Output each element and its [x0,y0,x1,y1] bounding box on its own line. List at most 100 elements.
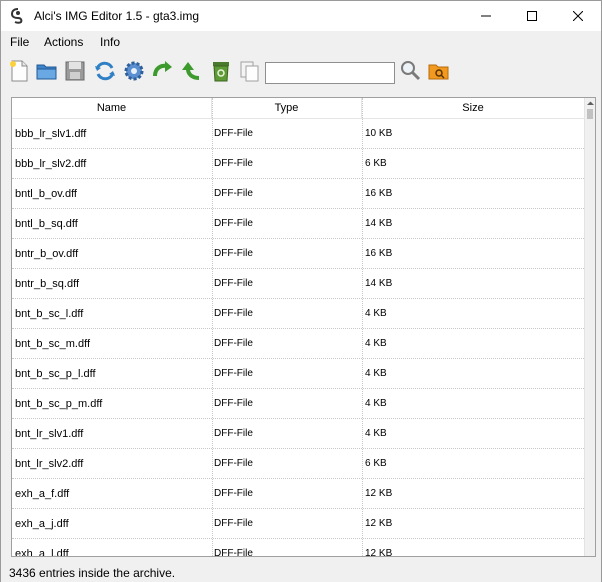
file-table: Name Type Size bbb_lr_slv1.dff DFF-File 10… [11,97,596,557]
table-row[interactable]: bnt_b_sc_p_m.dff DFF-File 4 KB [12,389,584,419]
cell-name: bbb_lr_slv2.dff [15,158,87,170]
rotate-icon [153,61,172,77]
scrollbar-thumb[interactable] [587,109,593,119]
cell-type: DFF-File [214,548,253,557]
table-row[interactable]: bnt_b_sc_m.dff DFF-File 4 KB [12,329,584,359]
status-text: 3436 entries inside the archive. [9,566,176,580]
import-icon [182,62,200,80]
cell-name: bnt_b_sc_l.dff [15,308,84,320]
cell-type: DFF-File [214,218,253,229]
app-window: Alci's IMG Editor 1.5 - gta3.img File Ac… [0,0,602,582]
app-logo-icon [10,8,26,24]
cell-type: DFF-File [214,128,253,139]
table-row[interactable]: bntr_b_ov.dff DFF-File 16 KB [12,239,584,269]
cell-type: DFF-File [214,158,253,169]
search-icon [401,61,421,81]
vertical-scrollbar[interactable] [584,98,595,556]
table-row[interactable]: exh_a_f.dff DFF-File 12 KB [12,479,584,509]
search-input[interactable] [265,62,395,84]
cell-size: 12 KB [365,518,393,529]
table-row[interactable]: bnt_lr_slv1.dff DFF-File 4 KB [12,419,584,449]
table-row[interactable]: bbb_lr_slv2.dff DFF-File 6 KB [12,149,584,179]
rotate-button[interactable] [150,58,176,84]
search-button[interactable] [397,58,423,84]
cell-name: bnt_b_sc_m.dff [15,338,91,350]
column-header-size[interactable]: Size [362,98,584,119]
delete-button[interactable] [208,58,234,84]
cell-type: DFF-File [214,248,253,259]
cell-type: DFF-File [214,368,253,379]
menu-actions[interactable]: Actions [44,35,83,49]
table-row[interactable]: exh_a_j.dff DFF-File 12 KB [12,509,584,539]
close-button[interactable] [555,1,601,31]
cell-name: exh_a_j.dff [15,518,69,530]
cell-name: bnt_lr_slv2.dff [15,458,84,470]
cell-type: DFF-File [214,278,253,289]
cell-name: bntl_b_sq.dff [15,218,78,230]
open-archive-icon [428,64,449,80]
title-bar: Alci's IMG Editor 1.5 - gta3.img [1,1,601,31]
column-header-name[interactable]: Name [12,98,212,119]
open-folder-icon [36,64,57,80]
table-row[interactable]: bnt_lr_slv2.dff DFF-File 6 KB [12,449,584,479]
new-file-icon [10,60,28,82]
cell-size: 4 KB [365,308,387,319]
delete-icon [213,62,229,82]
cell-name: bntr_b_sq.dff [15,278,80,290]
table-row[interactable]: bnt_b_sc_l.dff DFF-File 4 KB [12,299,584,329]
cell-size: 16 KB [365,248,393,259]
cell-size: 14 KB [365,218,393,229]
minimize-button[interactable] [463,1,509,31]
open-archive-button[interactable] [426,58,452,84]
status-bar: 3436 entries inside the archive. [1,564,601,582]
cell-size: 6 KB [365,158,387,169]
cell-type: DFF-File [214,518,253,529]
table-row[interactable]: bntl_b_sq.dff DFF-File 14 KB [12,209,584,239]
cell-type: DFF-File [214,488,253,499]
refresh-icon [95,61,115,81]
cell-name: bntr_b_ov.dff [15,248,79,260]
cell-type: DFF-File [214,188,253,199]
maximize-button[interactable] [509,1,555,31]
menu-file[interactable]: File [10,35,29,49]
cell-type: DFF-File [214,308,253,319]
save-icon [65,61,85,81]
menu-info[interactable]: Info [100,35,120,49]
cell-size: 12 KB [365,488,393,499]
table-row[interactable]: exh_a_l.dff DFF-File 12 KB [12,539,584,557]
cell-type: DFF-File [214,338,253,349]
window-title: Alci's IMG Editor 1.5 - gta3.img [34,9,200,23]
cell-size: 4 KB [365,428,387,439]
import-button[interactable] [179,58,205,84]
new-file-button[interactable] [6,58,32,84]
cell-type: DFF-File [214,428,253,439]
cell-type: DFF-File [214,398,253,409]
open-folder-button[interactable] [34,58,60,84]
table-row[interactable]: bntr_b_sq.dff DFF-File 14 KB [12,269,584,299]
cell-size: 16 KB [365,188,393,199]
copy-icon [240,61,259,82]
table-header: Name Type Size [12,98,584,119]
cell-name: exh_a_f.dff [15,488,70,500]
cell-size: 12 KB [365,548,393,557]
copy-button[interactable] [237,58,263,84]
column-header-type[interactable]: Type [212,98,362,119]
cell-size: 6 KB [365,458,387,469]
toolbar [1,54,601,88]
settings-button[interactable] [121,58,147,84]
cell-name: bbb_lr_slv1.dff [15,128,87,140]
menu-bar: File Actions Info [1,31,601,53]
cell-name: bnt_b_sc_p_l.dff [15,368,96,380]
refresh-button[interactable] [92,58,118,84]
cell-name: bnt_b_sc_p_m.dff [15,398,103,410]
table-row[interactable]: bbb_lr_slv1.dff DFF-File 10 KB [12,119,584,149]
table-row[interactable]: bnt_b_sc_p_l.dff DFF-File 4 KB [12,359,584,389]
cell-size: 4 KB [365,338,387,349]
table-row[interactable]: bntl_b_ov.dff DFF-File 16 KB [12,179,584,209]
scroll-up-arrow-icon[interactable] [585,98,595,109]
cell-size: 4 KB [365,368,387,379]
cell-size: 14 KB [365,278,393,289]
cell-size: 4 KB [365,398,387,409]
save-button[interactable] [62,58,88,84]
cell-size: 10 KB [365,128,393,139]
